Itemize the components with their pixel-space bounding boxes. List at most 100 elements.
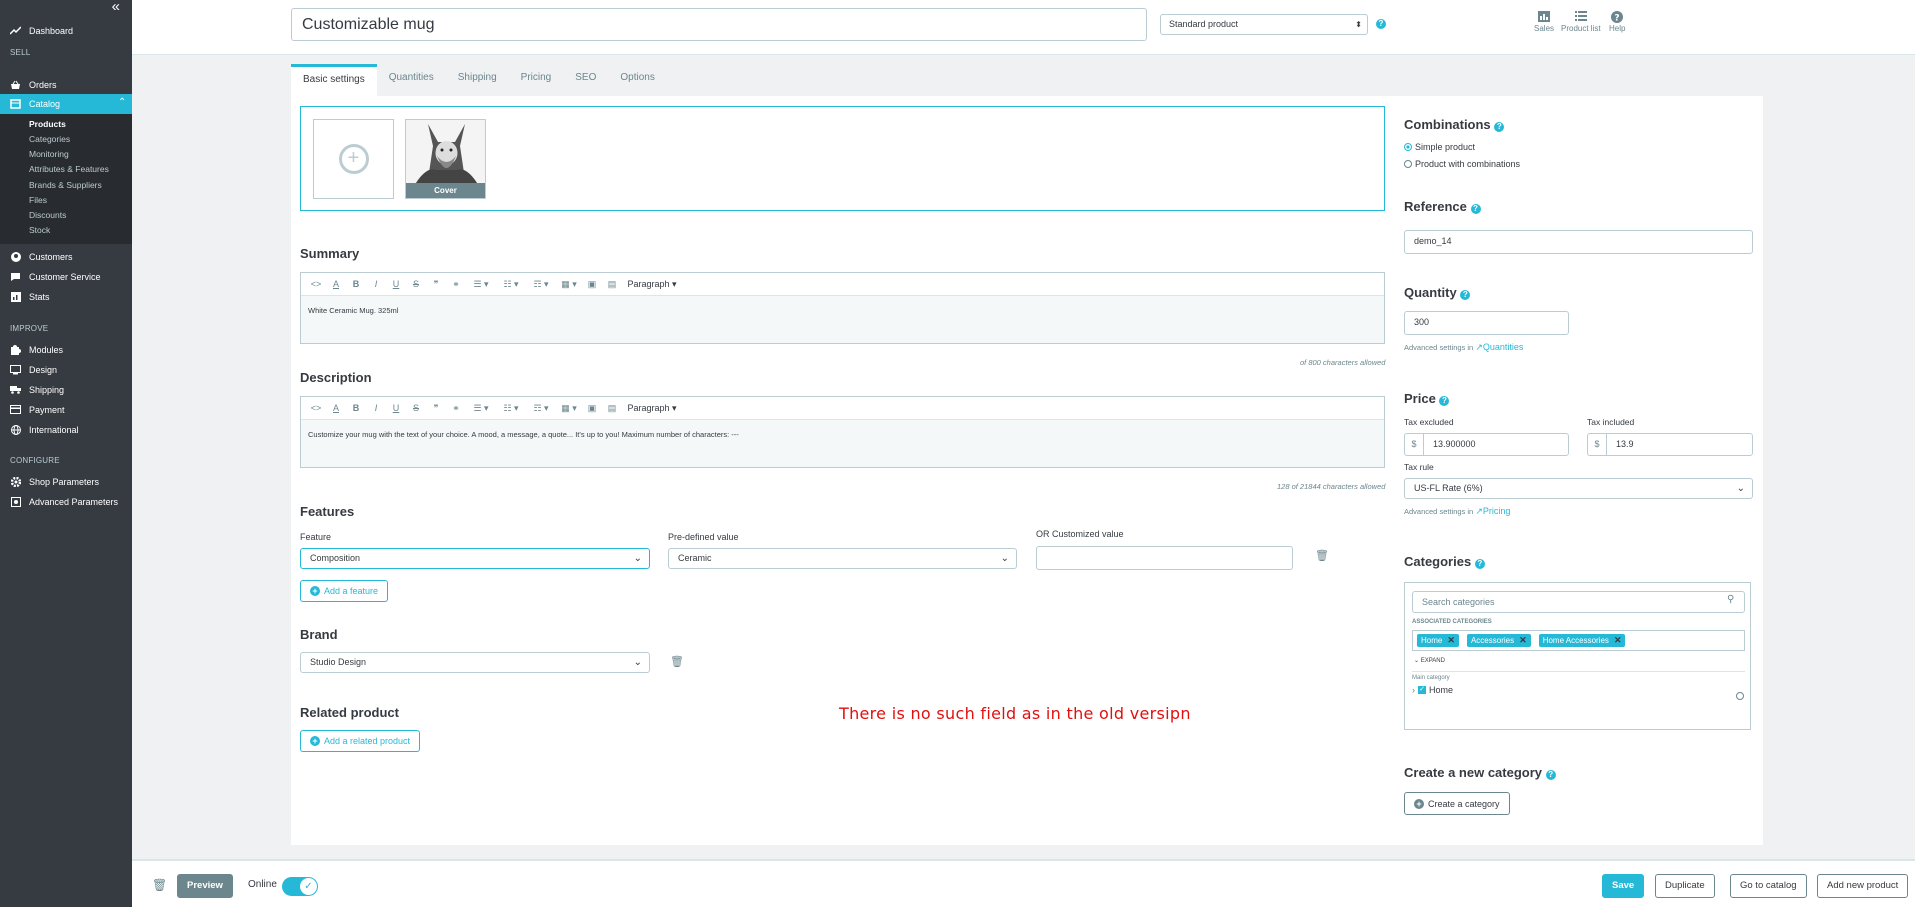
numbered-list-icon[interactable]: ☶ ▾: [526, 403, 556, 414]
sidebar-subitem-products[interactable]: Products: [29, 119, 66, 129]
table-icon[interactable]: ▦ ▾: [556, 403, 582, 414]
italic-icon[interactable]: I: [366, 279, 386, 289]
cover-image[interactable]: Cover: [405, 119, 486, 199]
search-icon[interactable]: ⚲: [1727, 594, 1734, 605]
sidebar-subitem-files[interactable]: Files: [29, 195, 47, 205]
sidebar-item-customers[interactable]: Customers: [10, 251, 73, 262]
sidebar-item-modules[interactable]: Modules: [10, 344, 63, 355]
tab-shipping[interactable]: Shipping: [446, 64, 509, 96]
numbered-list-icon[interactable]: ☶ ▾: [526, 279, 556, 290]
sidebar-item-shop-parameters[interactable]: Shop Parameters: [10, 476, 99, 487]
bullet-list-icon[interactable]: ☷ ▾: [496, 403, 526, 414]
sidebar-subitem-brands[interactable]: Brands & Suppliers: [29, 180, 102, 190]
category-tree-item-home[interactable]: › ✓ Home: [1412, 685, 1453, 695]
sidebar-item-dashboard[interactable]: Dashboard: [10, 25, 73, 36]
tab-quantities[interactable]: Quantities: [377, 64, 446, 96]
product-images-dropzone[interactable]: + Cover: [300, 106, 1385, 211]
product-with-combinations-radio[interactable]: Product with combinations: [1404, 159, 1520, 169]
product-list-tool-button[interactable]: Product list: [1561, 11, 1601, 33]
quantities-link[interactable]: Quantities: [1483, 342, 1524, 352]
quote-icon[interactable]: ❞: [426, 279, 446, 290]
description-editor[interactable]: <> A B I U S ❞ ⚭ ☰ ▾ ☷ ▾ ☶ ▾ ▦ ▾ ▣ ▤ Par…: [300, 396, 1385, 468]
sidebar-subitem-attributes[interactable]: Attributes & Features: [29, 164, 109, 174]
tax-excluded-input[interactable]: 13.900000: [1423, 433, 1569, 456]
sidebar-subitem-monitoring[interactable]: Monitoring: [29, 149, 69, 159]
add-new-product-button[interactable]: Add new product: [1817, 874, 1909, 898]
media-icon[interactable]: ▤: [602, 403, 622, 414]
sales-tool-button[interactable]: Sales: [1534, 11, 1554, 33]
align-icon[interactable]: ☰ ▾: [466, 279, 496, 290]
bold-icon[interactable]: B: [346, 403, 366, 413]
online-toggle[interactable]: ✓: [282, 877, 318, 896]
image-icon[interactable]: ▣: [582, 279, 602, 290]
help-icon[interactable]: ?: [1376, 19, 1386, 29]
quantity-input[interactable]: 300: [1404, 311, 1569, 335]
sidebar-item-advanced-parameters[interactable]: Advanced Parameters: [10, 496, 118, 507]
duplicate-button[interactable]: Duplicate: [1655, 874, 1715, 898]
strikethrough-icon[interactable]: S: [406, 279, 426, 289]
format-select[interactable]: Paragraph ▾: [622, 403, 682, 414]
summary-editor[interactable]: <> A B I U S ❞ ⚭ ☰ ▾ ☷ ▾ ☶ ▾ ▦ ▾ ▣ ▤ Par…: [300, 272, 1385, 344]
add-image-button[interactable]: +: [313, 119, 394, 199]
sidebar-subitem-categories[interactable]: Categories: [29, 134, 70, 144]
remove-tag-icon[interactable]: ✕: [1519, 635, 1527, 646]
description-text[interactable]: Customize your mug with the text of your…: [301, 420, 1384, 467]
sidebar-item-customer-service[interactable]: Customer Service: [10, 271, 101, 282]
help-icon[interactable]: ?: [1470, 204, 1481, 214]
remove-tag-icon[interactable]: ✕: [1614, 635, 1622, 646]
trash-icon[interactable]: 🗑: [670, 655, 684, 668]
link-icon[interactable]: ⚭: [446, 279, 466, 290]
collapse-sidebar-icon[interactable]: «: [112, 0, 120, 14]
add-related-product-button[interactable]: + Add a related product: [300, 730, 421, 752]
checkbox-checked[interactable]: ✓: [1418, 686, 1426, 694]
reference-input[interactable]: demo_14: [1404, 230, 1753, 254]
save-button[interactable]: Save: [1602, 874, 1645, 898]
help-icon[interactable]: ?: [1439, 396, 1450, 406]
tab-basic-settings[interactable]: Basic settings: [291, 64, 377, 96]
brand-select[interactable]: Studio Design ⌄: [300, 652, 650, 673]
custom-value-input[interactable]: [1036, 546, 1293, 570]
help-icon[interactable]: ?: [1460, 290, 1471, 300]
preview-button[interactable]: Preview: [177, 874, 233, 898]
underline-icon[interactable]: U: [386, 279, 406, 289]
pricing-link[interactable]: Pricing: [1483, 506, 1511, 516]
text-color-icon[interactable]: A: [326, 279, 346, 289]
bullet-list-icon[interactable]: ☷ ▾: [496, 279, 526, 290]
code-icon[interactable]: <>: [306, 279, 326, 289]
help-icon[interactable]: ?: [1494, 122, 1505, 132]
format-select[interactable]: Paragraph ▾: [622, 279, 682, 290]
sidebar-item-design[interactable]: Design: [10, 364, 57, 375]
code-icon[interactable]: <>: [306, 403, 326, 413]
media-icon[interactable]: ▤: [602, 279, 622, 290]
remove-tag-icon[interactable]: ✕: [1447, 635, 1455, 646]
go-to-catalog-button[interactable]: Go to catalog: [1730, 874, 1807, 898]
sidebar-item-payment[interactable]: Payment: [10, 404, 65, 415]
search-categories-input[interactable]: Search categories: [1412, 591, 1745, 613]
italic-icon[interactable]: I: [366, 403, 386, 413]
quote-icon[interactable]: ❞: [426, 403, 446, 414]
tab-seo[interactable]: SEO: [563, 64, 608, 96]
sidebar-item-international[interactable]: International: [10, 424, 79, 435]
add-feature-button[interactable]: + Add a feature: [300, 580, 389, 602]
predefined-value-select[interactable]: Ceramic ⌄: [668, 548, 1017, 569]
tax-included-input[interactable]: 13.9: [1606, 433, 1753, 456]
product-name-input[interactable]: Customizable mug: [291, 8, 1147, 41]
chevron-right-icon[interactable]: ›: [1412, 685, 1415, 695]
link-icon[interactable]: ⚭: [446, 403, 466, 414]
help-icon[interactable]: ?: [1545, 770, 1556, 780]
simple-product-radio[interactable]: Simple product: [1404, 142, 1475, 152]
bold-icon[interactable]: B: [346, 279, 366, 289]
align-icon[interactable]: ☰ ▾: [466, 403, 496, 414]
sidebar-item-catalog[interactable]: Catalog: [10, 98, 60, 109]
trash-icon[interactable]: 🗑: [1315, 549, 1329, 562]
feature-select[interactable]: Composition ⌄: [300, 548, 650, 569]
sidebar-subitem-stock[interactable]: Stock: [29, 225, 50, 235]
delete-product-icon[interactable]: 🗑: [152, 878, 167, 892]
sidebar-item-orders[interactable]: Orders: [10, 79, 57, 90]
tab-options[interactable]: Options: [608, 64, 666, 96]
product-type-select[interactable]: Standard product ⬍: [1160, 14, 1368, 35]
image-icon[interactable]: ▣: [582, 403, 602, 414]
tax-rule-select[interactable]: US-FL Rate (6%) ⌄: [1404, 478, 1753, 499]
sidebar-item-stats[interactable]: Stats: [10, 291, 50, 302]
create-category-button[interactable]: + Create a category: [1404, 792, 1510, 815]
